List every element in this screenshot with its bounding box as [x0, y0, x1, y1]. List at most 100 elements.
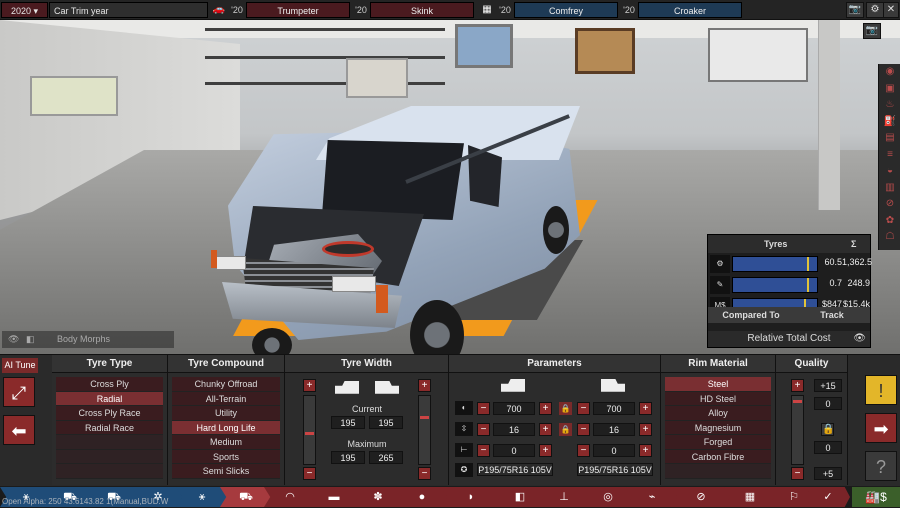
- tool-icon[interactable]: ✿: [879, 213, 900, 230]
- increase-button[interactable]: +: [539, 402, 552, 415]
- nav-wheels-icon[interactable]: ⛟: [220, 487, 272, 507]
- list-item[interactable]: Chunky Offroad: [172, 377, 280, 392]
- camera-icon[interactable]: 📷: [846, 2, 864, 18]
- gear-icon[interactable]: ⚙: [866, 2, 884, 18]
- list-item[interactable]: Sports: [172, 449, 280, 464]
- list-item[interactable]: Cross Ply: [56, 377, 163, 392]
- trim-slot-croaker[interactable]: Croaker: [638, 2, 742, 18]
- lock-icon[interactable]: 🔒: [559, 423, 572, 436]
- nav-brake-icon[interactable]: ●: [396, 487, 448, 507]
- next-arrow-button[interactable]: ➡: [865, 413, 897, 443]
- rear-tyre-width-value[interactable]: 700: [593, 402, 635, 415]
- list-item[interactable]: HD Steel: [665, 391, 771, 406]
- nav-drivetrain-icon[interactable]: ⚹: [176, 487, 228, 507]
- nav-tyre-icon[interactable]: ◠: [264, 487, 316, 507]
- list-item[interactable]: Radial: [56, 391, 163, 406]
- nav-aero-icon[interactable]: ◗: [440, 487, 502, 507]
- rear-rim-size-value[interactable]: 16: [593, 423, 635, 436]
- list-item[interactable]: Alloy: [665, 406, 771, 421]
- tool-icon[interactable]: ◒: [879, 163, 900, 180]
- nav-grid-icon[interactable]: ▦: [724, 487, 776, 507]
- list-item[interactable]: All-Terrain: [172, 391, 280, 406]
- front-width-increase-button[interactable]: +: [303, 379, 316, 392]
- body-morphs-bar[interactable]: 👁 ◧ Body Morphs: [2, 331, 174, 348]
- lock-icon[interactable]: 🔒: [821, 423, 834, 436]
- quality-slider[interactable]: [791, 395, 804, 465]
- warning-button[interactable]: !: [865, 375, 897, 405]
- tool-icon[interactable]: ≡: [879, 147, 900, 164]
- increase-button[interactable]: +: [539, 423, 552, 436]
- nav-interior-icon[interactable]: ◧: [494, 487, 546, 507]
- rear-width-slider[interactable]: [418, 395, 431, 465]
- quality-decrease-button[interactable]: −: [791, 467, 804, 480]
- tool-icon[interactable]: ▤: [879, 130, 900, 147]
- tab-compared-to[interactable]: Compared To: [708, 307, 794, 323]
- tool-icon[interactable]: ⛽: [879, 114, 900, 131]
- list-item[interactable]: Radial Race: [56, 420, 163, 435]
- tool-icon[interactable]: ▣: [879, 81, 900, 98]
- front-offset-value[interactable]: 0: [493, 444, 535, 457]
- tool-icon[interactable]: ☖: [879, 229, 900, 246]
- nav-steering-icon[interactable]: ◎: [582, 487, 634, 507]
- help-button[interactable]: ?: [865, 451, 897, 481]
- front-rim-size-value[interactable]: 16: [493, 423, 535, 436]
- rear-width-increase-button[interactable]: +: [418, 379, 431, 392]
- rear-offset-value[interactable]: 0: [593, 444, 635, 457]
- list-item[interactable]: Utility: [172, 406, 280, 421]
- screenshot-icon[interactable]: 📷: [863, 23, 881, 39]
- increase-button[interactable]: +: [539, 444, 552, 457]
- rear-width-decrease-button[interactable]: −: [418, 467, 431, 480]
- tool-icon[interactable]: ♨: [879, 97, 900, 114]
- eye-icon[interactable]: 👁: [853, 331, 866, 347]
- year-selector[interactable]: 2020 ▾: [1, 2, 48, 18]
- decrease-button[interactable]: −: [477, 444, 490, 457]
- nav-rim-icon[interactable]: ✽: [352, 487, 404, 507]
- decrease-button[interactable]: −: [577, 402, 590, 415]
- close-icon[interactable]: ✕: [883, 2, 899, 18]
- list-item[interactable]: Hard Long Life: [172, 420, 280, 435]
- nav-check-icon[interactable]: ✓: [806, 487, 850, 507]
- relative-total-cost-label[interactable]: Relative Total Cost 👁: [708, 331, 870, 347]
- decrease-button[interactable]: −: [477, 423, 490, 436]
- shelf: [205, 28, 445, 31]
- list-item[interactable]: Semi Slicks: [172, 464, 280, 479]
- graph-button[interactable]: ⤢: [3, 377, 35, 407]
- back-arrow-button[interactable]: ⬅: [3, 415, 35, 445]
- nav-seat-icon[interactable]: ⊥: [538, 487, 590, 507]
- nav-factory-cost-icon[interactable]: 🏭$: [852, 487, 900, 507]
- slider-handle[interactable]: [420, 416, 429, 419]
- increase-button[interactable]: +: [639, 402, 652, 415]
- lock-icon[interactable]: 🔒: [559, 402, 572, 415]
- trim-slot-comfrey[interactable]: Comfrey: [514, 2, 618, 18]
- list-item[interactable]: Carbon Fibre: [665, 449, 771, 464]
- decrease-button[interactable]: −: [577, 444, 590, 457]
- list-item[interactable]: Medium: [172, 435, 280, 450]
- decrease-button[interactable]: −: [577, 423, 590, 436]
- nav-fixture-icon[interactable]: ▬: [308, 487, 360, 507]
- trim-year-field[interactable]: Car Trim year: [49, 2, 208, 18]
- increase-button[interactable]: +: [639, 423, 652, 436]
- current-label: Current: [351, 404, 382, 414]
- list-item[interactable]: Forged: [665, 435, 771, 450]
- front-width-decrease-button[interactable]: −: [303, 467, 316, 480]
- eye-icon[interactable]: 👁: [8, 334, 19, 344]
- tool-icon[interactable]: ▥: [879, 180, 900, 197]
- list-item[interactable]: Cross Ply Race: [56, 406, 163, 421]
- increase-button[interactable]: +: [639, 444, 652, 457]
- nav-gauge-icon[interactable]: ⊘: [670, 487, 732, 507]
- quality-increase-button[interactable]: +: [791, 379, 804, 392]
- tab-track[interactable]: Track: [794, 307, 870, 323]
- list-item[interactable]: Steel: [665, 377, 771, 392]
- front-width-slider[interactable]: [303, 395, 316, 465]
- trim-slot-trumpeter[interactable]: Trumpeter: [246, 2, 350, 18]
- ai-tune-button[interactable]: AI Tune: [2, 358, 38, 373]
- tool-icon[interactable]: ⊘: [879, 196, 900, 213]
- nav-safety-icon[interactable]: ⌁: [626, 487, 678, 507]
- tool-icon[interactable]: ◉: [879, 64, 900, 81]
- list-item[interactable]: Magnesium: [665, 420, 771, 435]
- slider-handle[interactable]: [793, 400, 802, 403]
- trim-slot-skink[interactable]: Skink: [370, 2, 474, 18]
- front-tyre-width-value[interactable]: 700: [493, 402, 535, 415]
- slider-handle[interactable]: [305, 432, 314, 435]
- decrease-button[interactable]: −: [477, 402, 490, 415]
